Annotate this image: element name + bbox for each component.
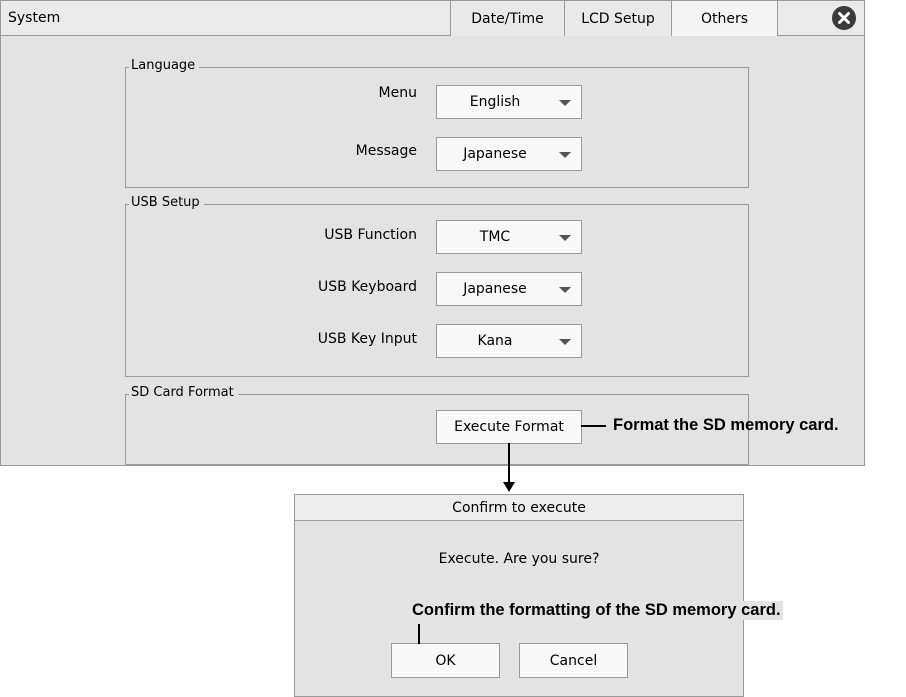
chevron-down-icon	[559, 100, 571, 106]
confirm-dialog: Confirm to execute Execute. Are you sure…	[294, 494, 744, 697]
format-callout-line	[581, 425, 606, 427]
usb-function-dropdown[interactable]: TMC	[436, 220, 582, 254]
title-bar: System Date/Time LCD Setup Others	[1, 1, 864, 36]
confirm-callout-line	[418, 624, 420, 644]
usb-key-input-value: Kana	[477, 333, 513, 349]
tab-lcd-setup[interactable]: LCD Setup	[564, 1, 671, 36]
chevron-down-icon	[559, 152, 571, 158]
arrow-line	[508, 443, 510, 483]
message-language-value: Japanese	[463, 146, 527, 162]
confirm-annotation: Confirm the formatting of the SD memory …	[410, 601, 783, 620]
tab-others[interactable]: Others	[671, 1, 778, 36]
menu-language-dropdown[interactable]: English	[436, 85, 582, 119]
chevron-down-icon	[559, 235, 571, 241]
menu-language-value: English	[469, 94, 521, 110]
sd-card-format-legend: SD Card Format	[129, 385, 238, 400]
message-language-dropdown[interactable]: Japanese	[436, 137, 582, 171]
chevron-down-icon	[559, 287, 571, 293]
usb-function-value: TMC	[479, 229, 511, 245]
tab-date-time[interactable]: Date/Time	[450, 1, 564, 36]
close-icon[interactable]	[832, 6, 856, 30]
language-legend: Language	[129, 58, 200, 73]
usb-function-label: USB Function	[324, 227, 417, 243]
usb-key-input-label: USB Key Input	[317, 331, 417, 347]
usb-key-input-dropdown[interactable]: Kana	[436, 324, 582, 358]
system-window: System Date/Time LCD Setup Others Langua…	[0, 0, 865, 466]
menu-language-label: Menu	[378, 85, 417, 101]
chevron-down-icon	[559, 339, 571, 345]
arrow-down-icon	[503, 482, 515, 492]
message-language-label: Message	[355, 143, 417, 159]
execute-format-button[interactable]: Execute Format	[436, 410, 582, 444]
window-title: System	[8, 10, 61, 26]
usb-keyboard-label: USB Keyboard	[318, 279, 417, 295]
dialog-title: Confirm to execute	[295, 495, 743, 521]
dialog-message: Execute. Are you sure?	[438, 551, 600, 567]
ok-button[interactable]: OK	[391, 643, 500, 678]
usb-setup-legend: USB Setup	[129, 195, 204, 210]
format-annotation: Format the SD memory card.	[613, 416, 839, 434]
cancel-button[interactable]: Cancel	[519, 643, 628, 678]
usb-keyboard-value: Japanese	[463, 281, 527, 297]
usb-keyboard-dropdown[interactable]: Japanese	[436, 272, 582, 306]
